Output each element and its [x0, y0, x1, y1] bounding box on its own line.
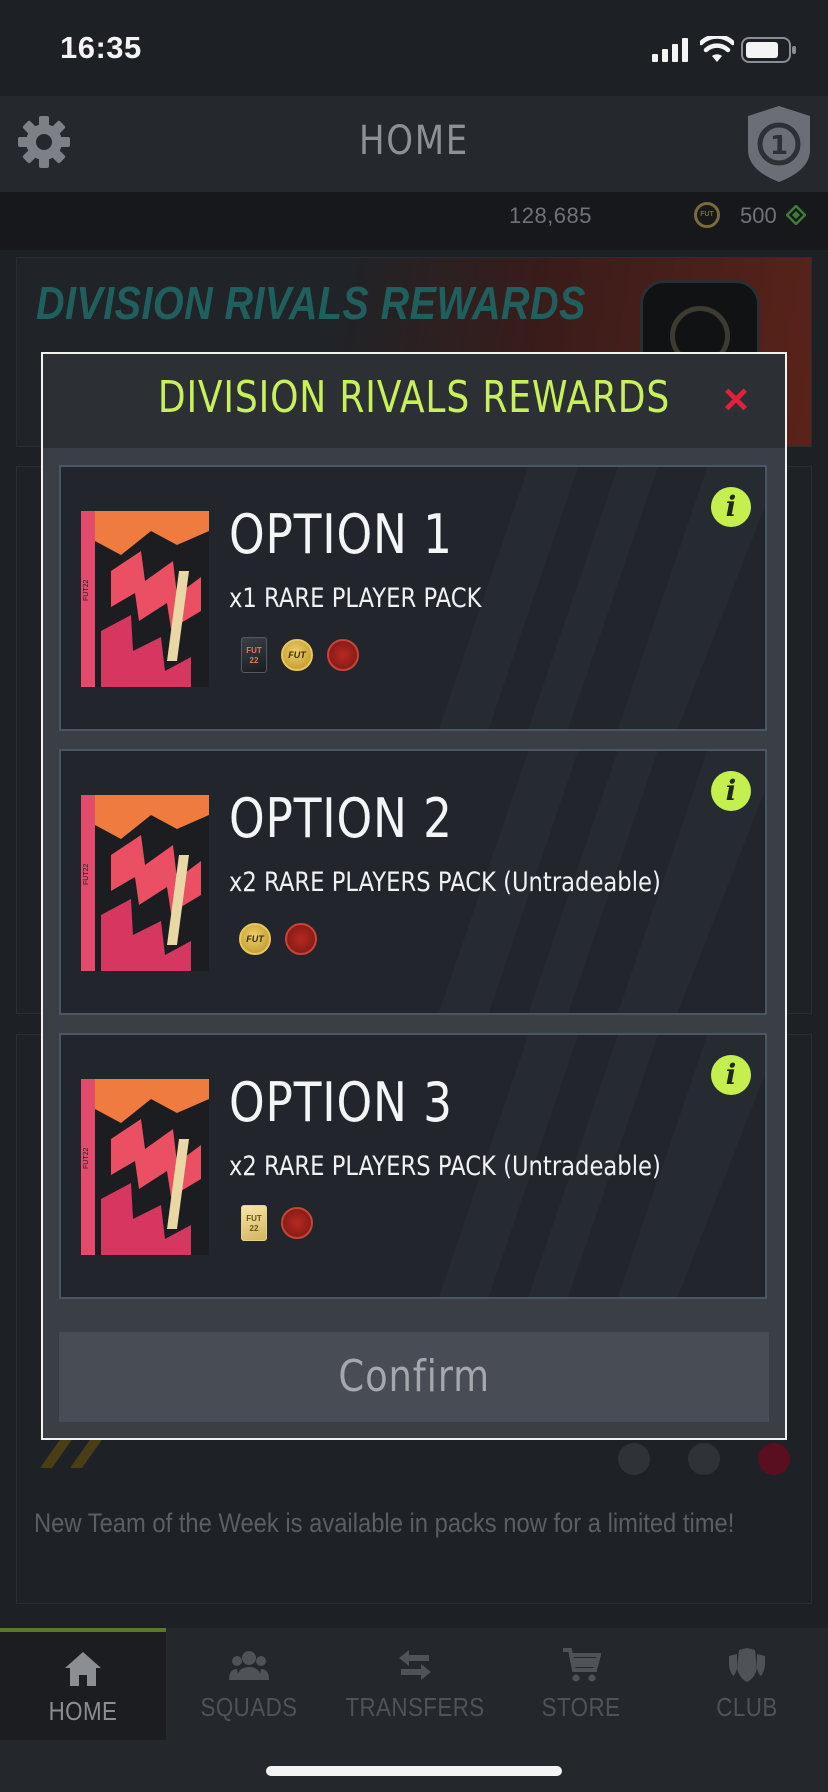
option-title: OPTION 1 [229, 503, 453, 566]
reward-option-3[interactable]: FUT22 OPTION 3 x2 RARE PLAYERS PACK (Unt… [59, 1033, 767, 1299]
news-text: New Team of the Week is available in pac… [34, 1508, 735, 1538]
store-icon [563, 1648, 601, 1682]
pack-card-icon: FUT 22 [241, 637, 267, 673]
nav-item-home[interactable]: HOME [0, 1628, 166, 1740]
nav-item-club[interactable]: CLUB [664, 1628, 828, 1740]
battery-icon [741, 37, 796, 63]
trophy-icon [281, 1207, 313, 1239]
squads-icon [229, 1651, 269, 1680]
reward-icons: FUT 22 [241, 1205, 313, 1241]
nav-label: HOME [48, 1696, 118, 1726]
nav-label: STORE [541, 1692, 621, 1722]
svg-text:FUT22: FUT22 [83, 1148, 90, 1170]
rare-pack-icon: FUT22 [81, 511, 209, 687]
fifa-points-icon [786, 205, 806, 225]
coin-icon: FUT [694, 202, 720, 228]
coins-balance: 128,685 [508, 203, 592, 228]
trophy-icon [327, 639, 359, 671]
nav-label: SQUADS [200, 1692, 298, 1722]
points-balance: 500 [740, 203, 777, 228]
status-time: 16:35 [60, 30, 142, 65]
svg-text:FUT22: FUT22 [83, 864, 90, 886]
nav-item-squads[interactable]: SQUADS [166, 1628, 332, 1740]
reward-icons: FUT [239, 921, 317, 957]
info-icon[interactable]: i [711, 1055, 751, 1095]
carousel-dot[interactable] [618, 1443, 650, 1475]
svg-text:FUT22: FUT22 [83, 580, 90, 602]
option-title: OPTION 2 [229, 787, 453, 850]
nav-item-store[interactable]: STORE [498, 1628, 664, 1740]
reward-option-1[interactable]: FUT22 OPTION 1 x1 RARE PLAYER PACK i FUT… [59, 465, 767, 731]
rare-pack-icon: FUT22 [81, 1079, 209, 1255]
option-description: x2 RARE PLAYERS PACK (Untradeable) [229, 867, 661, 898]
info-icon[interactable]: i [711, 487, 751, 527]
carousel-dots [618, 1443, 790, 1480]
home-indicator[interactable] [266, 1766, 562, 1776]
wifi-icon [700, 36, 734, 62]
svg-text:1: 1 [770, 131, 788, 161]
page-title: HOME [359, 118, 469, 164]
option-description: x1 RARE PLAYER PACK [229, 583, 482, 614]
cellular-signal-icon [652, 38, 688, 62]
nav-item-transfers[interactable]: TRANSFERS [332, 1628, 498, 1740]
option-title: OPTION 3 [229, 1071, 453, 1134]
coin-icon: FUT [281, 639, 313, 671]
club-icon [729, 1648, 765, 1682]
reward-option-2[interactable]: FUT22 OPTION 2 x2 RARE PLAYERS PACK (Unt… [59, 749, 767, 1015]
carousel-dot-active[interactable] [758, 1443, 790, 1475]
gold-card-icon: FUT 22 [241, 1205, 267, 1241]
reward-icons: FUT 22 FUT [241, 637, 359, 673]
companion-shield-icon[interactable]: 1 [744, 104, 814, 184]
info-icon[interactable]: i [711, 771, 751, 811]
close-icon[interactable]: × [716, 378, 756, 422]
option-description: x2 RARE PLAYERS PACK (Untradeable) [229, 1151, 661, 1182]
trophy-icon [285, 923, 317, 955]
rare-pack-icon: FUT22 [81, 795, 209, 971]
background-banner-title: DIVISION RIVALS REWARDS [36, 277, 586, 329]
home-icon [65, 1652, 101, 1686]
coin-icon: FUT [239, 923, 271, 955]
carousel-dot[interactable] [688, 1443, 720, 1475]
confirm-button[interactable]: Confirm [59, 1332, 769, 1422]
transfers-icon [399, 1650, 431, 1680]
confirm-button-label: Confirm [338, 1351, 490, 1402]
modal-title: DIVISION RIVALS REWARDS [157, 372, 671, 423]
nav-label: TRANSFERS [345, 1692, 485, 1722]
nav-label: CLUB [716, 1692, 778, 1722]
